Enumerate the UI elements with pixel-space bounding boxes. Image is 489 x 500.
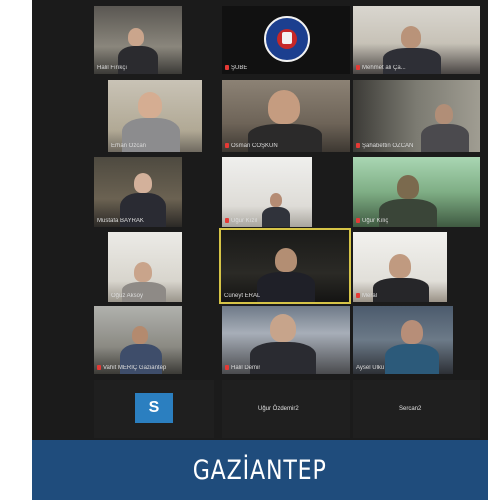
participant-name: Mustafa BAYRAK <box>97 218 144 224</box>
video-conference-window: Halil Fırıkçı ŞUBE Mehmet ali Ça... Erha… <box>32 0 488 500</box>
participant-name: Mehmet ali Ça... <box>356 64 406 72</box>
participant-tile[interactable]: Vahit MERİÇ Gaziantep <box>94 306 182 374</box>
participant-tile-no-video[interactable]: Uğur Özdemir2 <box>222 380 350 438</box>
participant-name: Vahit MERİÇ Gaziantep <box>97 364 166 372</box>
participant-name: Meral <box>356 292 377 300</box>
participant-name: Şahabettin ÖZCAN <box>356 142 413 150</box>
organization-logo <box>264 16 310 62</box>
participant-tile[interactable]: Erhan Özcan <box>108 80 202 152</box>
banner-title: GAZİANTEP <box>193 454 327 486</box>
participant-name: Erhan Özcan <box>111 143 147 149</box>
participant-name: Uğur Kızıl <box>225 217 257 225</box>
participant-name: Oğuz Aksoy <box>111 293 144 299</box>
mic-muted-icon <box>97 364 101 370</box>
mic-muted-icon <box>225 142 229 148</box>
mic-muted-icon <box>225 64 229 70</box>
mic-muted-icon <box>225 217 229 223</box>
participant-tile[interactable]: Şahabettin ÖZCAN <box>353 80 480 152</box>
participant-tile-no-video[interactable]: S <box>94 380 214 438</box>
participant-tile[interactable]: Meral <box>353 232 447 302</box>
participant-name: Osman COŞKUN <box>225 142 278 150</box>
mic-muted-icon <box>356 64 360 70</box>
participant-tile[interactable]: Halil Demir <box>222 306 350 374</box>
participant-tile[interactable]: Halil Fırıkçı <box>94 6 182 74</box>
mic-muted-icon <box>356 217 360 223</box>
participant-tile-active-speaker[interactable]: Cüneyt ERAL <box>219 228 351 304</box>
participant-tile-no-video[interactable]: Sercan2 <box>353 380 480 438</box>
mic-muted-icon <box>225 364 229 370</box>
participant-tile[interactable]: Osman COŞKUN <box>222 80 350 152</box>
participant-tile[interactable]: ŞUBE <box>222 6 350 74</box>
participant-name: Aysel Ülkü <box>356 365 385 371</box>
participant-name: Halil Demir <box>225 364 260 372</box>
participant-tile[interactable]: Uğur Kızıl <box>222 157 312 227</box>
mic-muted-icon <box>356 142 360 148</box>
participant-name: Halil Fırıkçı <box>97 65 127 71</box>
participant-name: Sercan2 <box>399 406 422 412</box>
avatar: S <box>135 393 173 423</box>
city-banner: GAZİANTEP <box>32 440 488 500</box>
participant-tile[interactable]: Mehmet ali Ça... <box>353 6 480 74</box>
participant-tile[interactable]: Mustafa BAYRAK <box>94 157 182 227</box>
participant-name: Uğur Kılıç <box>356 217 388 225</box>
participant-tile[interactable]: Aysel Ülkü <box>353 306 453 374</box>
participant-grid: Halil Fırıkçı ŞUBE Mehmet ali Ça... Erha… <box>32 0 488 440</box>
mic-muted-icon <box>356 292 360 298</box>
participant-name: ŞUBE <box>225 64 247 72</box>
participant-name: Cüneyt ERAL <box>224 293 261 299</box>
participant-tile[interactable]: Uğur Kılıç <box>353 157 480 227</box>
participant-tile[interactable]: Oğuz Aksoy <box>108 232 182 302</box>
participant-name: Uğur Özdemir2 <box>258 406 299 412</box>
